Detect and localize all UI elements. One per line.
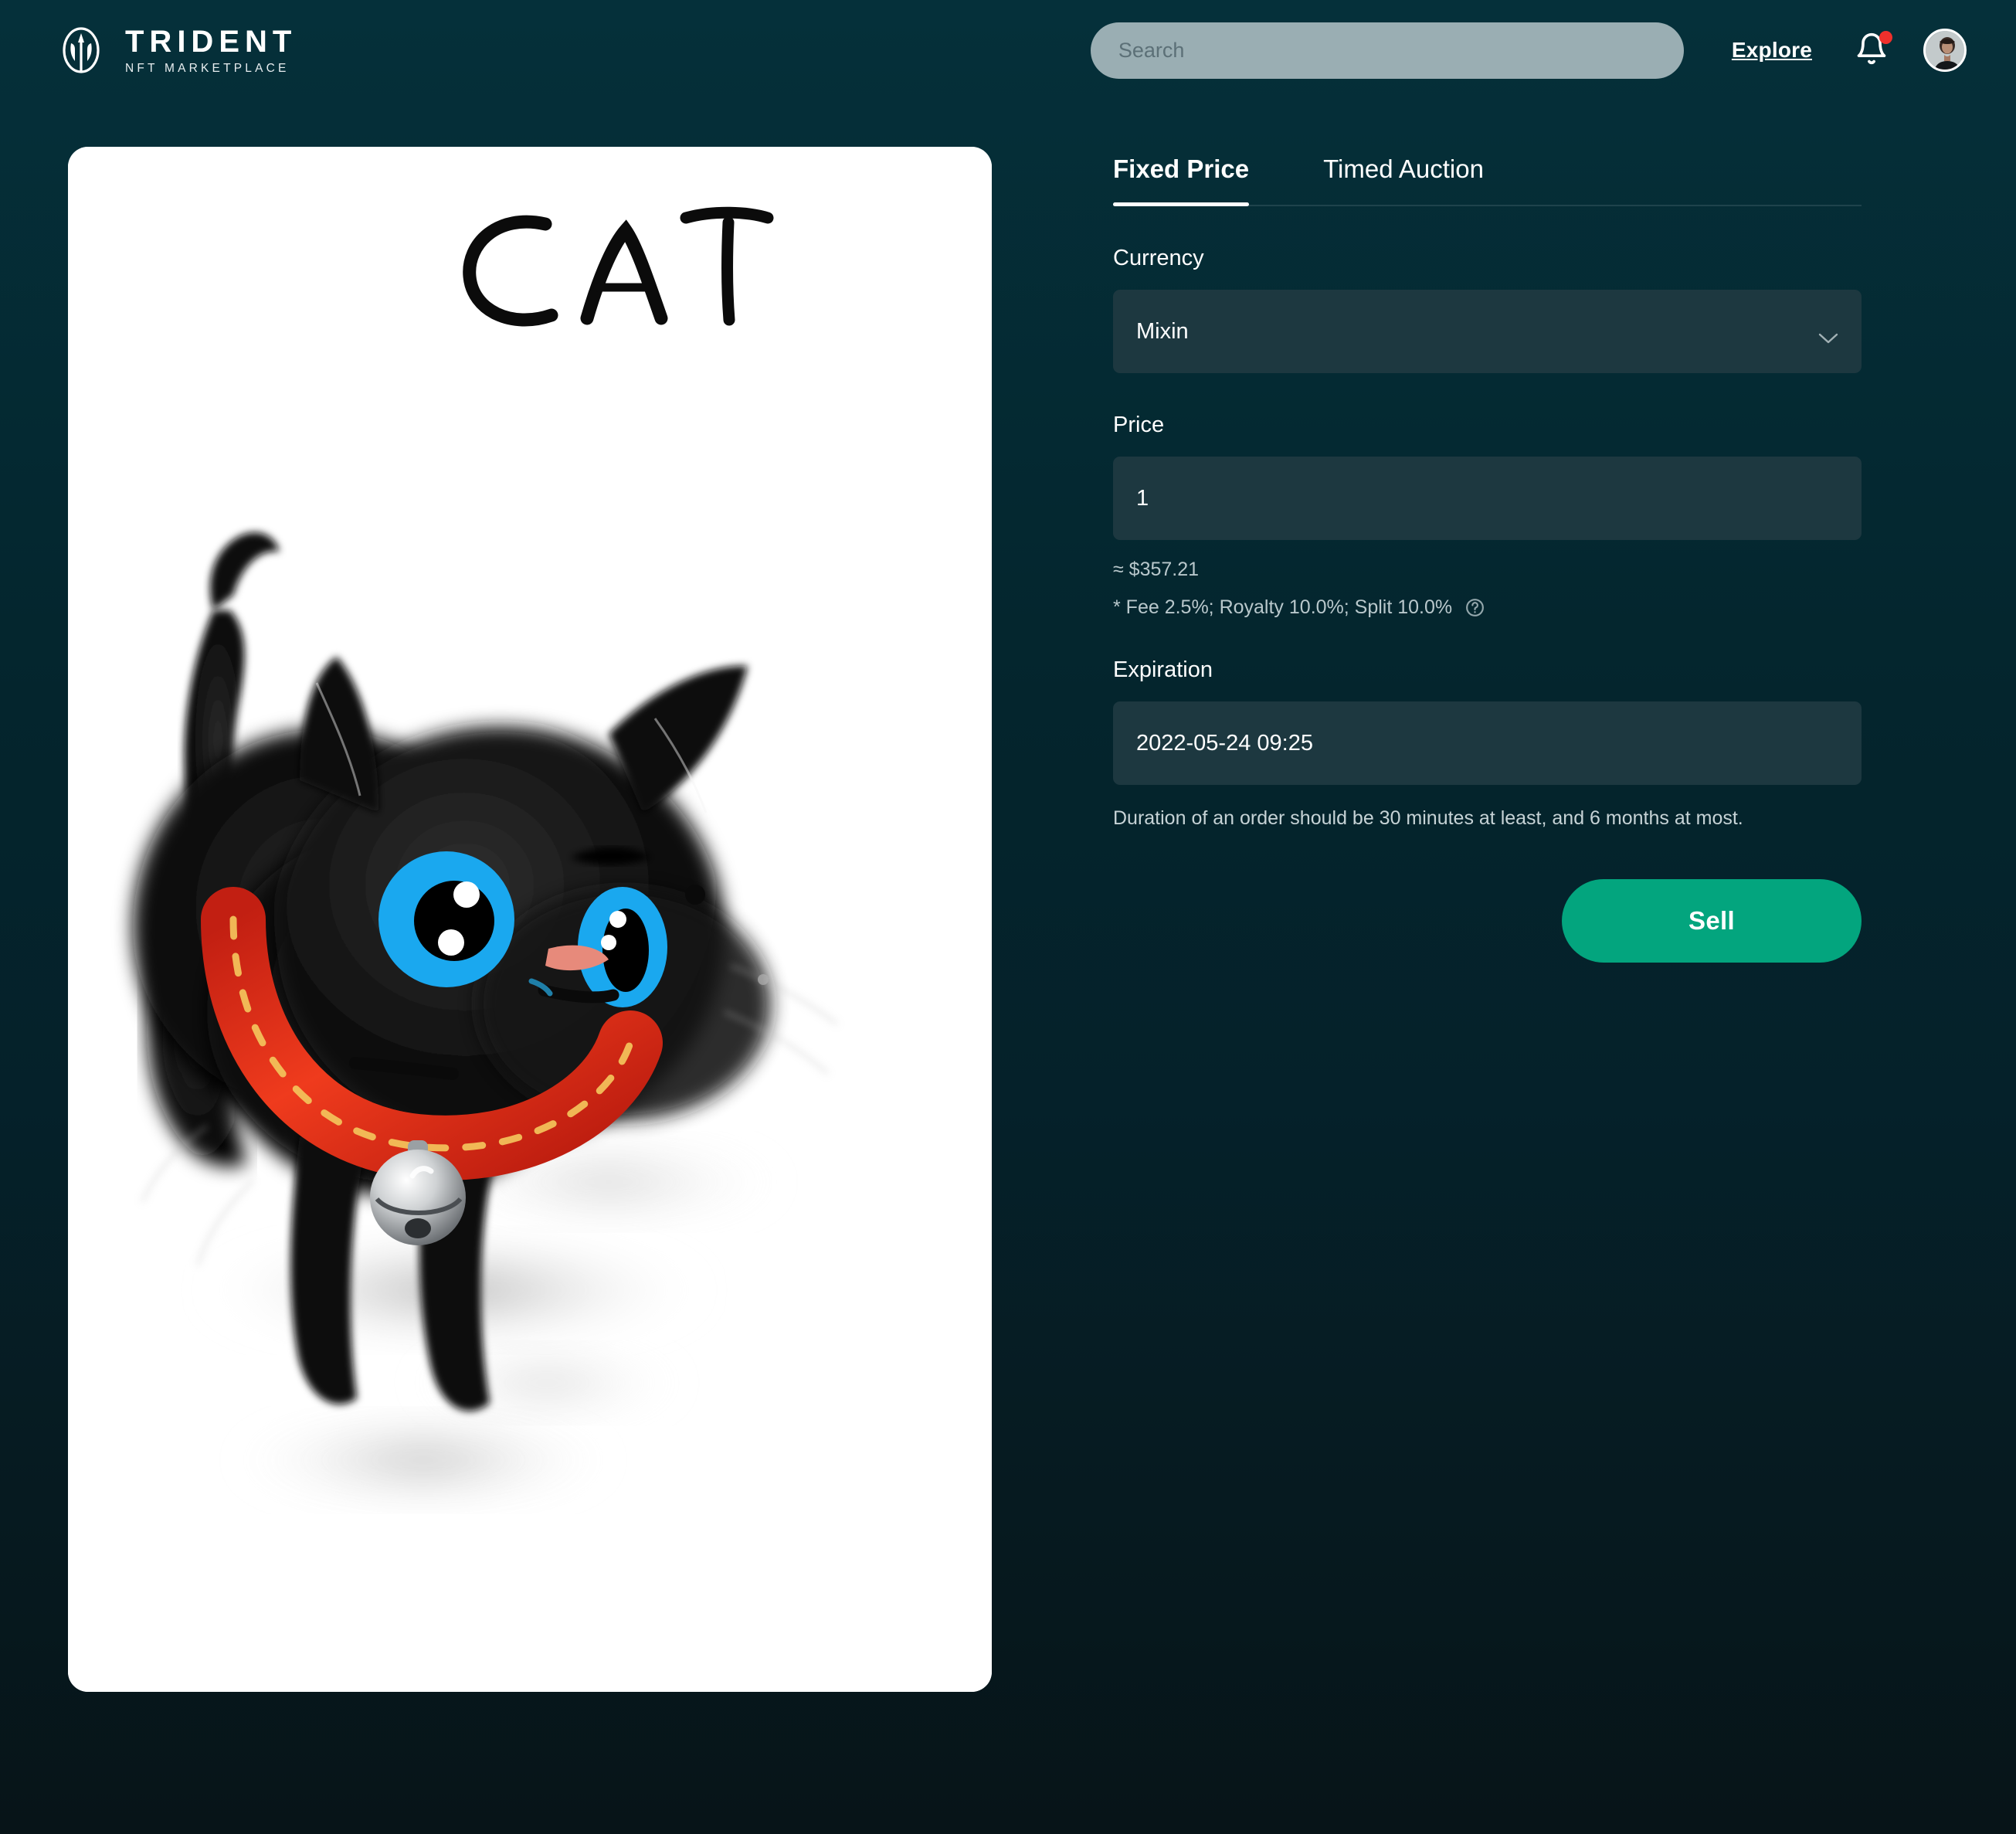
- form-actions: Sell: [1113, 879, 1862, 963]
- question-circle-icon[interactable]: [1464, 597, 1485, 618]
- app-header: TRIDENT NFT MARKETPLACE Explore: [0, 0, 2016, 100]
- search-input[interactable]: [1090, 22, 1684, 79]
- nft-artwork: [68, 147, 992, 1692]
- notification-badge-dot: [1879, 31, 1892, 44]
- tab-timed-auction[interactable]: Timed Auction: [1323, 156, 1484, 185]
- listing-type-tabs: Fixed Price Timed Auction: [1113, 156, 1862, 206]
- currency-select[interactable]: Mixin: [1113, 290, 1862, 373]
- expiration-label: Expiration: [1113, 657, 1213, 682]
- header-actions: Explore: [1090, 22, 1967, 79]
- price-input[interactable]: [1113, 457, 1862, 540]
- price-usd-estimate: ≈ $357.21: [1113, 559, 1200, 580]
- nft-preview-card[interactable]: [68, 147, 992, 1692]
- cat-eye-right: [578, 887, 667, 1007]
- expiration-input[interactable]: [1113, 701, 1862, 785]
- brand-logo[interactable]: TRIDENT NFT MARKETPLACE: [57, 26, 297, 75]
- sell-form-panel: Fixed Price Timed Auction Currency Mixin…: [993, 147, 2016, 1692]
- chevron-down-icon: [1818, 325, 1838, 344]
- price-label: Price: [1113, 413, 1165, 437]
- currency-label: Currency: [1113, 246, 1204, 270]
- cat-eye-left: [378, 851, 514, 987]
- avatar[interactable]: [1923, 29, 1967, 72]
- brand-title: TRIDENT: [125, 24, 297, 59]
- search-container: [1090, 22, 1684, 79]
- currency-selected-value: Mixin: [1136, 318, 1189, 344]
- fee-note-text: * Fee 2.5%; Royalty 10.0%; Split 10.0%: [1113, 596, 1453, 618]
- sell-button[interactable]: Sell: [1562, 879, 1862, 963]
- page-main: Fixed Price Timed Auction Currency Mixin…: [0, 100, 2016, 1692]
- fee-note-row: * Fee 2.5%; Royalty 10.0%; Split 10.0%: [1113, 597, 1862, 618]
- notifications-button[interactable]: [1854, 31, 1892, 68]
- expiration-hint: Duration of an order should be 30 minute…: [1113, 807, 1743, 829]
- tab-fixed-price[interactable]: Fixed Price: [1113, 156, 1250, 206]
- trident-in-oval-icon: [57, 26, 105, 74]
- nft-preview-section: [0, 147, 993, 1692]
- explore-link[interactable]: Explore: [1732, 38, 1812, 63]
- brand-subtitle: NFT MARKETPLACE: [125, 61, 290, 75]
